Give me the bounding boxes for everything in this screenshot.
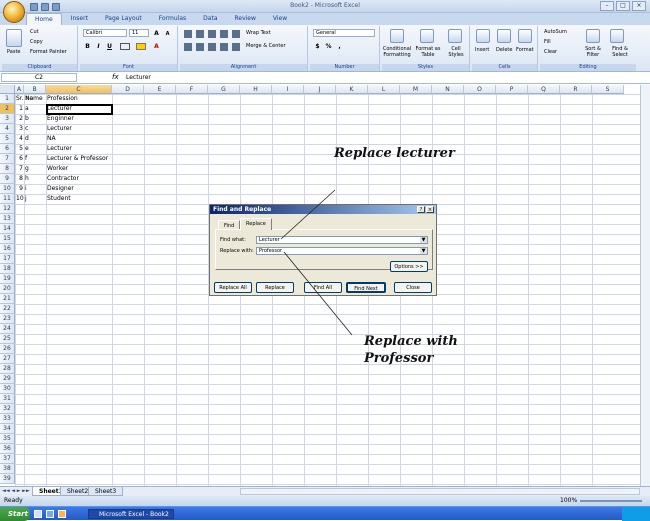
- tab-replace[interactable]: Replace: [240, 218, 272, 230]
- annotation-line-find: [280, 189, 336, 240]
- annotation-professor: Professor: [364, 351, 434, 366]
- annotation-lines: [280, 189, 353, 336]
- annotation-line-replace: [283, 251, 353, 336]
- office-button[interactable]: [3, 1, 25, 23]
- annotation-replace-lecturer: Replace lecturer: [334, 146, 455, 161]
- annotation-replace-with: Replace with: [364, 334, 458, 349]
